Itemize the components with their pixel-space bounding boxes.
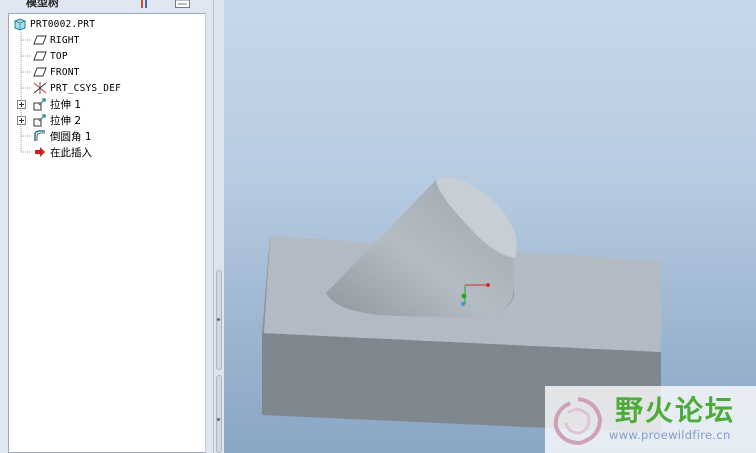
datum-plane-icon — [33, 67, 47, 77]
model-tree: PRT0002.PRT RIGHT TOP FRONT PRT_CSYS_DEF… — [8, 13, 206, 453]
tree-item-label: 在此插入 — [50, 146, 92, 159]
watermark-title: 野火论坛 — [615, 394, 736, 427]
panel-title: 模型树 — [26, 0, 59, 9]
expand-icon[interactable] — [17, 100, 26, 109]
wildfire-logo-icon — [553, 397, 603, 446]
extrude-icon — [33, 98, 46, 111]
settings-icon[interactable] — [140, 0, 150, 8]
tree-item-label: 拉伸 2 — [50, 114, 82, 127]
tree-item-right[interactable]: RIGHT — [33, 32, 80, 48]
datum-plane-icon — [33, 35, 47, 45]
tree-item-label: TOP — [50, 50, 68, 62]
watermark-url: www.proewildfire.cn — [609, 428, 731, 442]
tree-item-label: 拉伸 1 — [50, 98, 82, 111]
tree-item-label: PRT_CSYS_DEF — [50, 82, 122, 94]
tree-item-insert-here[interactable]: 在此插入 — [33, 144, 92, 160]
splitter-handle[interactable] — [216, 375, 222, 453]
panel-splitter[interactable] — [213, 0, 224, 453]
expand-icon[interactable] — [17, 116, 26, 125]
tree-item-csys[interactable]: PRT_CSYS_DEF — [33, 80, 121, 96]
tree-item-extrude-1[interactable]: 拉伸 1 — [33, 96, 81, 112]
insert-here-arrow-icon — [35, 147, 45, 157]
model-tree-panel: 模型树 PRT0002.PRT RIGHT TOP FRONT PRT_CSYS… — [0, 0, 213, 453]
splitter-grip — [217, 318, 220, 321]
tree-item-round-1[interactable]: 倒圆角 1 — [33, 128, 92, 144]
tree-item-top[interactable]: TOP — [33, 48, 68, 64]
coordinate-system-icon — [33, 82, 47, 94]
tree-item-label: FRONT — [50, 66, 80, 78]
tree-item-label: 倒圆角 1 — [50, 130, 92, 143]
splitter-grip — [217, 418, 220, 421]
tree-item-label: RIGHT — [50, 34, 80, 46]
round-icon — [34, 130, 45, 141]
tree-item-front[interactable]: FRONT — [33, 64, 80, 80]
watermark: 野火论坛 www.proewildfire.cn — [545, 386, 756, 453]
datum-plane-icon — [33, 51, 47, 61]
extrude-icon — [33, 114, 46, 127]
tree-item-extrude-2[interactable]: 拉伸 2 — [33, 112, 81, 128]
list-icon[interactable] — [175, 0, 190, 8]
